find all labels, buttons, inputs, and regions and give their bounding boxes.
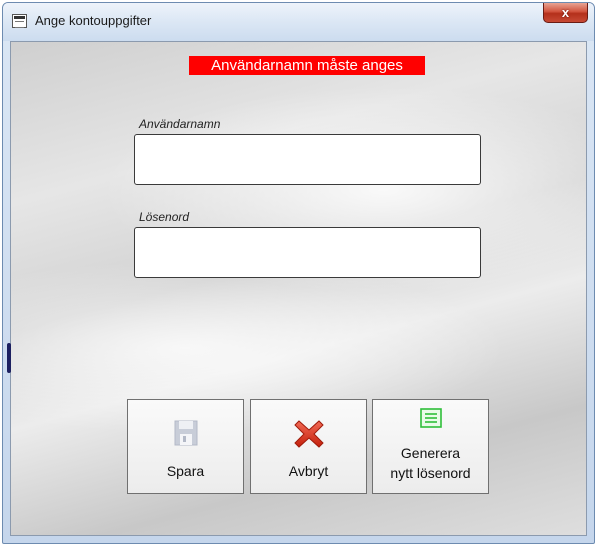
red-x-icon [293, 420, 324, 448]
close-icon: x [561, 5, 570, 20]
save-label: Spara [166, 463, 205, 479]
document-lines-icon [419, 408, 442, 428]
window-title: Ange kontouppgifter [35, 13, 152, 28]
floppy-disk-icon [174, 420, 197, 446]
password-label: Lösenord [139, 210, 190, 224]
title-bar[interactable]: Ange kontouppgifter x [3, 3, 594, 41]
generate-password-button[interactable]: Generera nytt lösenord [372, 399, 489, 494]
app-icon [12, 14, 27, 28]
save-button[interactable]: Spara [127, 399, 244, 494]
cancel-label: Avbryt [288, 463, 329, 479]
cancel-button[interactable]: Avbryt [250, 399, 367, 494]
generate-label-line2: nytt lösenord [390, 465, 471, 481]
generate-label-line1: Generera [400, 445, 461, 461]
close-button[interactable]: x [543, 3, 588, 23]
password-input[interactable] [134, 227, 481, 278]
error-banner: Användarnamn måste anges [189, 56, 425, 75]
dialog-window: Ange kontouppgifter x Användarnamn måste… [2, 2, 595, 544]
edge-marker [7, 343, 11, 373]
username-label: Användarnamn [139, 117, 221, 131]
dialog-content: Användarnamn måste anges Användarnamn Lö… [10, 41, 587, 536]
username-input[interactable] [134, 134, 481, 185]
